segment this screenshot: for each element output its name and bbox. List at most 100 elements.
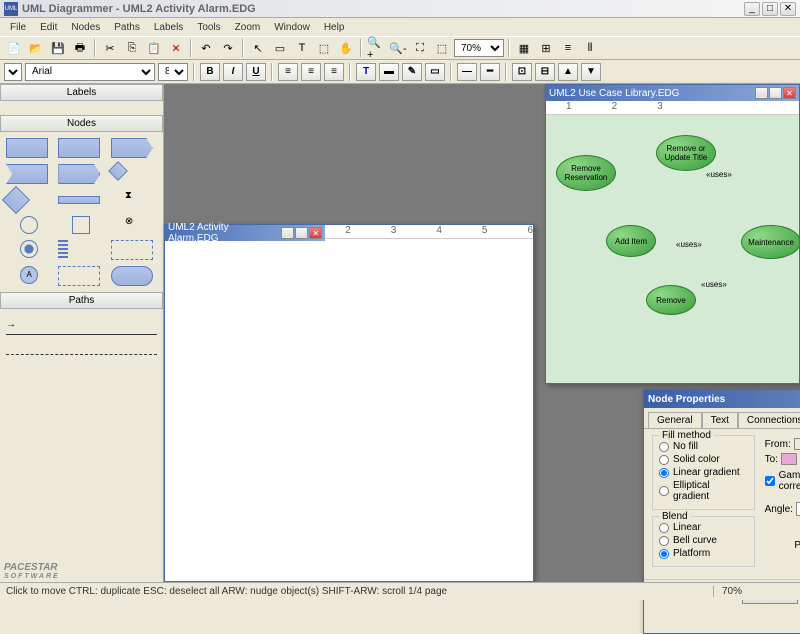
style-select[interactable] — [4, 63, 22, 81]
menu-zoom[interactable]: Zoom — [229, 20, 267, 35]
radio-linear[interactable]: Linear gradient — [659, 466, 748, 479]
delete-icon[interactable]: ✕ — [166, 38, 186, 58]
shape-diamond[interactable] — [2, 186, 30, 214]
uc-close-button[interactable]: ✕ — [783, 87, 796, 99]
front-button[interactable]: ▲ — [558, 63, 578, 81]
shape-signal[interactable] — [111, 138, 153, 158]
copy-icon[interactable]: ⎘ — [122, 38, 142, 58]
uc-remove[interactable]: Remove — [646, 285, 696, 315]
to-color-swatch[interactable] — [781, 453, 797, 465]
menu-file[interactable]: File — [4, 20, 32, 35]
text-icon[interactable]: T — [292, 38, 312, 58]
uc-min-button[interactable]: _ — [755, 87, 768, 99]
cut-icon[interactable]: ✂ — [100, 38, 120, 58]
shape-dashrect[interactable] — [111, 240, 153, 260]
usecase-window[interactable]: UML2 Use Case Library.EDG _□✕ 123 Remove… — [545, 84, 800, 384]
menu-window[interactable]: Window — [268, 20, 316, 35]
radio-blend-bell[interactable]: Bell curve — [659, 534, 748, 547]
align-center-button[interactable]: ≡ — [301, 63, 321, 81]
group-button[interactable]: ⊡ — [512, 63, 532, 81]
tab-text[interactable]: Text — [702, 412, 738, 428]
italic-button[interactable]: I — [223, 63, 243, 81]
text-color-button[interactable]: T — [356, 63, 376, 81]
shape-square[interactable] — [72, 216, 90, 234]
radio-blend-platform[interactable]: Platform — [659, 547, 748, 560]
shape-circle[interactable] — [20, 216, 38, 234]
align-left-button[interactable]: ≡ — [278, 63, 298, 81]
menu-help[interactable]: Help — [318, 20, 351, 35]
menu-labels[interactable]: Labels — [148, 20, 189, 35]
fill-color-button[interactable]: ▬ — [379, 63, 399, 81]
activity-window[interactable]: UML2 Activity Alarm.EDG _□✕ 23456 Alarm … — [164, 224, 534, 582]
nodes-panel-header[interactable]: Nodes — [0, 115, 163, 132]
bg-color-button[interactable]: ▭ — [425, 63, 445, 81]
shape-send[interactable] — [58, 164, 100, 184]
label-icon[interactable]: ⬚ — [314, 38, 334, 58]
labels-panel-header[interactable]: Labels — [0, 84, 163, 101]
undo-icon[interactable]: ↶ — [196, 38, 216, 58]
distribute-icon[interactable]: ⫴ — [580, 38, 600, 58]
bold-button[interactable]: B — [200, 63, 220, 81]
pan-icon[interactable]: ✋ — [336, 38, 356, 58]
grid-icon[interactable]: ▦ — [514, 38, 534, 58]
shape-bars[interactable] — [58, 240, 68, 258]
select-icon[interactable]: ▭ — [270, 38, 290, 58]
shape-round[interactable] — [111, 266, 153, 286]
shape-target[interactable] — [20, 240, 38, 258]
shape-rect2[interactable] — [58, 138, 100, 158]
align-right-button[interactable]: ≡ — [324, 63, 344, 81]
menu-tools[interactable]: Tools — [191, 20, 226, 35]
radio-elliptical[interactable]: Elliptical gradient — [659, 479, 748, 503]
close-button[interactable]: ✕ — [780, 2, 796, 16]
path-dashed[interactable] — [6, 339, 157, 355]
zoomarea-icon[interactable]: ⬚ — [432, 38, 452, 58]
menu-nodes[interactable]: Nodes — [65, 20, 106, 35]
open-icon[interactable]: 📂 — [26, 38, 46, 58]
lineweight-button[interactable]: ━ — [480, 63, 500, 81]
shape-bar[interactable] — [58, 196, 100, 204]
shape-diamond-small[interactable] — [108, 161, 128, 181]
radio-blend-linear[interactable]: Linear — [659, 521, 748, 534]
underline-button[interactable]: U — [246, 63, 266, 81]
shape-x[interactable]: ⊗ — [125, 216, 143, 234]
uc-maintenance[interactable]: Maintenance — [741, 225, 799, 259]
align-icon[interactable]: ≡ — [558, 38, 578, 58]
shape-rect[interactable] — [6, 138, 48, 158]
maximize-button[interactable]: □ — [762, 2, 778, 16]
shape-receive[interactable] — [6, 164, 48, 184]
ungroup-button[interactable]: ⊟ — [535, 63, 555, 81]
line-color-button[interactable]: ✎ — [402, 63, 422, 81]
angle-input[interactable] — [796, 502, 800, 516]
shape-node-a[interactable]: A — [20, 266, 38, 284]
uc-remove-reservation[interactable]: Remove Reservation — [556, 155, 616, 191]
print-icon[interactable]: 🖶 — [70, 38, 90, 58]
act-max-button[interactable]: □ — [295, 227, 308, 239]
zoomin-icon[interactable]: 🔍+ — [366, 38, 386, 58]
redo-icon[interactable]: ↷ — [218, 38, 238, 58]
menu-paths[interactable]: Paths — [108, 20, 146, 35]
uc-add-item[interactable]: Add Item — [606, 225, 656, 257]
shape-dashrect2[interactable] — [58, 266, 100, 286]
from-color-swatch[interactable] — [794, 438, 800, 450]
font-select[interactable]: Arial — [25, 63, 155, 81]
shape-hourglass[interactable]: ⧗ — [125, 190, 143, 208]
zoomfit-icon[interactable]: ⛶ — [410, 38, 430, 58]
save-icon[interactable]: 💾 — [48, 38, 68, 58]
act-close-button[interactable]: ✕ — [309, 227, 322, 239]
zoomout-icon[interactable]: 🔍- — [388, 38, 408, 58]
back-button[interactable]: ▼ — [581, 63, 601, 81]
linestyle-button[interactable]: — — [457, 63, 477, 81]
tab-general[interactable]: General — [648, 412, 702, 428]
menu-edit[interactable]: Edit — [34, 20, 63, 35]
path-solid[interactable]: → — [6, 319, 157, 335]
new-icon[interactable]: 📄 — [4, 38, 24, 58]
radio-nofill[interactable]: No fill — [659, 440, 748, 453]
act-min-button[interactable]: _ — [281, 227, 294, 239]
fontsize-select[interactable]: 8 — [158, 63, 188, 81]
uc-max-button[interactable]: □ — [769, 87, 782, 99]
radio-solid[interactable]: Solid color — [659, 453, 748, 466]
paths-panel-header[interactable]: Paths — [0, 292, 163, 309]
pointer-icon[interactable]: ↖ — [248, 38, 268, 58]
minimize-button[interactable]: _ — [744, 2, 760, 16]
snap-icon[interactable]: ⊞ — [536, 38, 556, 58]
